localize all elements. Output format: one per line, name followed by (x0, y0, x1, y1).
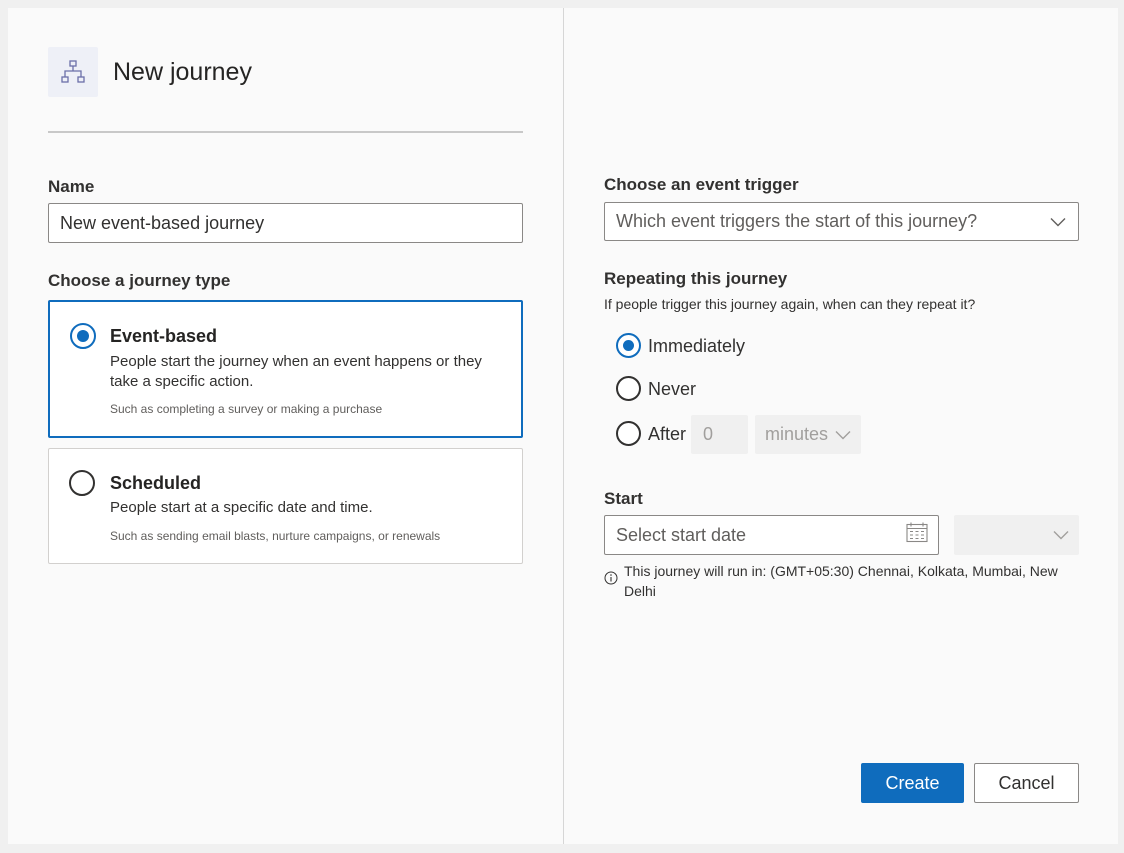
repeat-after-value-input[interactable]: 0 (691, 415, 748, 454)
name-input-value: New event-based journey (60, 212, 265, 233)
start-date-placeholder: Select start date (616, 524, 747, 545)
org-chart-icon (48, 47, 98, 97)
repeat-after-radio[interactable] (616, 421, 641, 446)
timezone-note: This journey will run in: (GMT+05:30) Ch… (624, 563, 1058, 599)
event-trigger-label: Choose an event trigger (604, 175, 799, 194)
repeat-never-label: Never (648, 379, 697, 399)
chevron-down-icon (1050, 211, 1066, 232)
chevron-down-icon (1053, 525, 1069, 546)
journey-type-label: Choose a journey type (48, 271, 231, 290)
start-date-picker[interactable]: Select start date (604, 515, 939, 555)
event-based-title: Event-based (110, 326, 218, 346)
event-based-example: Such as completing a survey or making a … (110, 402, 383, 416)
page-title: New journey (113, 58, 252, 86)
scheduled-title: Scheduled (110, 473, 202, 493)
cancel-button[interactable]: Cancel (974, 763, 1079, 803)
event-trigger-dropdown[interactable]: Which event triggers the start of this j… (604, 202, 1079, 241)
chevron-down-icon (835, 424, 851, 445)
create-button[interactable]: Create (861, 763, 964, 803)
start-time-dropdown[interactable] (954, 515, 1079, 555)
scheduled-radio[interactable] (69, 470, 95, 496)
header-divider (48, 131, 523, 133)
name-input[interactable]: New event-based journey (48, 203, 523, 243)
repeat-never-radio[interactable] (616, 376, 641, 401)
start-label: Start (604, 489, 643, 508)
scheduled-example: Such as sending email blasts, nurture ca… (110, 529, 441, 543)
journey-type-card-event-based[interactable]: Event-based People start the journey whe… (48, 300, 523, 438)
panel-divider (563, 8, 564, 844)
name-label: Name (48, 177, 95, 196)
repeat-after-label: After (648, 424, 687, 444)
repeating-description: If people trigger this journey again, wh… (604, 296, 976, 312)
repeat-after-value: 0 (703, 424, 714, 444)
info-icon (604, 571, 618, 590)
event-based-radio[interactable] (70, 323, 96, 349)
journey-type-card-scheduled[interactable]: Scheduled People start at a specific dat… (48, 448, 523, 564)
event-trigger-placeholder: Which event triggers the start of this j… (616, 211, 978, 231)
repeat-immediately-radio[interactable] (616, 333, 641, 358)
event-based-description: People start the journey when an event h… (110, 353, 482, 390)
calendar-icon[interactable] (906, 522, 928, 548)
repeat-immediately-label: Immediately (648, 336, 746, 356)
repeat-after-unit-dropdown[interactable]: minutes (755, 415, 861, 454)
repeat-after-unit: minutes (765, 424, 829, 444)
repeating-label: Repeating this journey (604, 269, 788, 288)
scheduled-description: People start at a specific date and time… (110, 499, 373, 516)
